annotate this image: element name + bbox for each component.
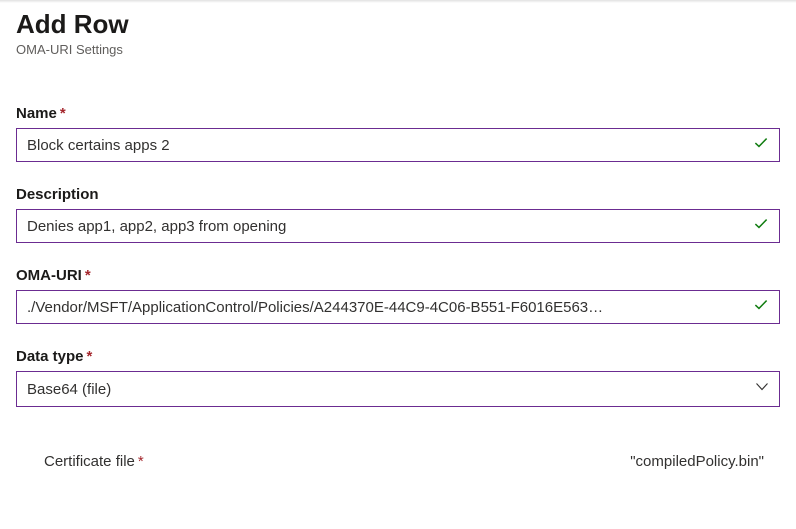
omauri-label-text: OMA-URI: [16, 267, 82, 284]
required-marker: *: [138, 453, 144, 470]
add-row-panel: Add Row OMA-URI Settings Name* Descripti…: [0, 3, 796, 470]
name-label: Name*: [16, 105, 780, 122]
datatype-label: Data type*: [16, 348, 780, 365]
omauri-input-wrap: [16, 290, 780, 324]
certificate-file-label: Certificate file*: [44, 453, 144, 470]
required-marker: *: [60, 105, 66, 122]
required-marker: *: [87, 348, 93, 365]
datatype-selected-value: Base64 (file): [27, 381, 111, 398]
name-label-text: Name: [16, 105, 57, 122]
description-label-text: Description: [16, 186, 99, 203]
certificate-file-name: "compiledPolicy.bin": [630, 453, 770, 470]
field-datatype: Data type* Base64 (file): [16, 348, 780, 407]
datatype-select-wrap: Base64 (file): [16, 371, 780, 407]
page-subtitle: OMA-URI Settings: [16, 42, 780, 57]
omauri-input[interactable]: [16, 290, 780, 324]
description-label: Description: [16, 186, 780, 203]
name-input-wrap: [16, 128, 780, 162]
description-input[interactable]: [16, 209, 780, 243]
page-title: Add Row: [16, 9, 780, 40]
datatype-label-text: Data type: [16, 348, 84, 365]
certificate-file-label-text: Certificate file: [44, 453, 135, 470]
field-description: Description: [16, 186, 780, 243]
datatype-select[interactable]: Base64 (file): [16, 371, 780, 407]
name-input[interactable]: [16, 128, 780, 162]
description-input-wrap: [16, 209, 780, 243]
omauri-label: OMA-URI*: [16, 267, 780, 284]
field-name: Name*: [16, 105, 780, 162]
certificate-file-row: Certificate file* "compiledPolicy.bin": [16, 453, 780, 470]
required-marker: *: [85, 267, 91, 284]
field-omauri: OMA-URI*: [16, 267, 780, 324]
